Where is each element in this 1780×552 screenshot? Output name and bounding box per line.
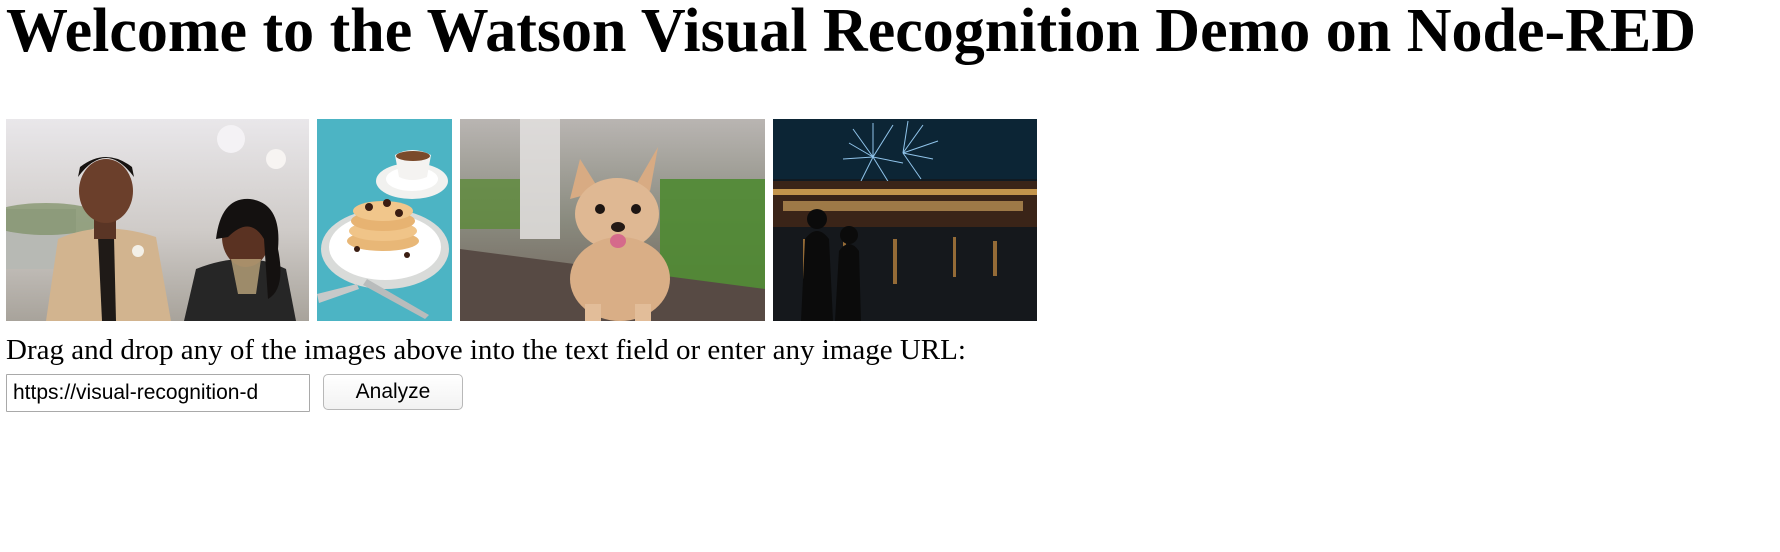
pancakes-photo[interactable] <box>317 119 452 321</box>
analyze-button[interactable]: Analyze <box>323 374 463 410</box>
image-url-input[interactable] <box>6 374 310 412</box>
page-title: Welcome to the Watson Visual Recognition… <box>6 0 1697 65</box>
image-gallery <box>6 119 1037 321</box>
chihuahua-photo[interactable] <box>460 119 765 321</box>
couple-photo[interactable] <box>6 119 309 321</box>
instructions-text: Drag and drop any of the images above in… <box>6 334 966 366</box>
fireworks-photo[interactable] <box>773 119 1037 321</box>
